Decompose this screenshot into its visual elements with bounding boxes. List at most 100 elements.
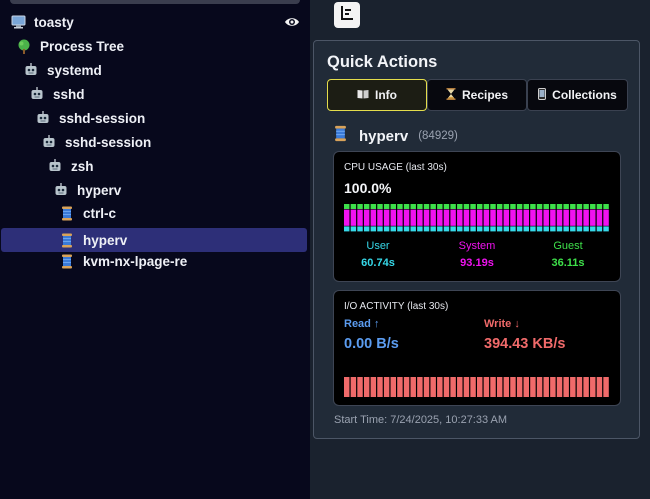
io-bar-chart (344, 377, 609, 397)
spool-icon (59, 205, 75, 221)
tree-item-sshd[interactable]: sshd (0, 82, 310, 106)
tree-item-label: hyperv (83, 232, 128, 248)
cpu-bar-guest (530, 204, 536, 209)
cpu-bar-system (590, 209, 596, 226)
cpu-bar-guest (496, 204, 503, 209)
cpu-percent: 100.0% (344, 180, 392, 196)
legend-user: User 60.74s (338, 240, 418, 269)
cpu-bar-user (530, 226, 536, 232)
io-bar-write (437, 377, 443, 397)
cpu-bar-guest (503, 204, 510, 209)
cpu-bar-guest (483, 204, 490, 209)
tree-item-kvm-nx-lpage-re[interactable]: kvm-nx-lpage-re (0, 249, 310, 273)
tree-view-button[interactable] (334, 2, 360, 28)
spool-icon (59, 232, 75, 248)
cpu-bar-guest (457, 204, 463, 209)
io-bar-write (390, 377, 396, 397)
io-bar-write (536, 377, 543, 397)
io-bar-write (530, 377, 536, 397)
tree-item-hyperv[interactable]: hyperv (0, 178, 310, 202)
cpu-bar-guest (410, 204, 416, 209)
cpu-bar-guest (350, 204, 357, 209)
cpu-bar-system (530, 209, 536, 226)
cpu-bar-guest (390, 204, 396, 209)
cpu-bar-system (483, 209, 490, 226)
tab-collections[interactable]: Collections (527, 79, 628, 111)
process-header: hyperv (84929) (334, 125, 458, 147)
cpu-bar-user (443, 226, 450, 232)
cpu-bar-guest (490, 204, 496, 209)
tree-item-sshd-session[interactable]: sshd-session (0, 130, 310, 154)
cpu-bar-guest (470, 204, 476, 209)
cpu-bar-user (430, 226, 436, 232)
io-bar-write (450, 377, 456, 397)
cpu-bar-guest (523, 204, 529, 209)
cpu-bar-guest (536, 204, 543, 209)
io-write-label: Write ↓ (484, 318, 520, 330)
tab-info[interactable]: Info (327, 79, 427, 111)
tab-recipes[interactable]: Recipes (427, 79, 527, 111)
cpu-bar-system (370, 209, 377, 226)
cpu-bar-system (510, 209, 516, 226)
io-bar-write (463, 377, 470, 397)
io-read-value: 0.00 B/s (344, 336, 399, 352)
cpu-bar-user (370, 226, 377, 232)
cpu-bar-guest (370, 204, 377, 209)
cpu-bar-guest (583, 204, 589, 209)
cpu-bar-system (390, 209, 396, 226)
robot-icon (41, 134, 57, 150)
cpu-bar-user (437, 226, 443, 232)
cpu-bar-user (477, 226, 483, 232)
cpu-bar-user (390, 226, 396, 232)
io-bar-write (383, 377, 390, 397)
eye-icon[interactable] (284, 14, 300, 30)
spool-icon (334, 125, 347, 147)
cpu-bar-system (576, 209, 583, 226)
process-tree-panel: toasty Process Tree systemd sshd sshd-se… (0, 0, 310, 499)
cpu-bar-guest (590, 204, 596, 209)
list-tree-icon (339, 5, 355, 26)
cpu-bar-system (410, 209, 416, 226)
tab-bar: Info Recipes Collections (327, 79, 628, 111)
cpu-bar-user (410, 226, 416, 232)
io-bar-write (496, 377, 503, 397)
cpu-bar-guest (423, 204, 430, 209)
legend-guest: Guest 36.11s (528, 240, 608, 269)
cpu-bar-guest (603, 204, 609, 209)
legend-guest-value: 36.11s (551, 257, 585, 269)
cpu-bar-user (377, 226, 383, 232)
cpu-bar-system (350, 209, 357, 226)
tree-item-zsh[interactable]: zsh (0, 154, 310, 178)
cpu-bar-guest (377, 204, 383, 209)
process-pid: (84929) (418, 130, 458, 142)
tree-item-process-tree[interactable]: Process Tree (0, 34, 310, 58)
host-row[interactable]: toasty (0, 10, 310, 34)
tab-label: Collections (552, 88, 617, 102)
cpu-bar-guest (570, 204, 576, 209)
cpu-bar-guest (417, 204, 423, 209)
tree-item-ctrl-c[interactable]: ctrl-c (0, 201, 310, 225)
cpu-bar-guest (463, 204, 470, 209)
io-bar-write (490, 377, 496, 397)
cpu-bar-system (563, 209, 569, 226)
cpu-bar-system (470, 209, 476, 226)
tree-item-label: sshd-session (59, 110, 146, 126)
cpu-bar-user (383, 226, 390, 232)
tree-item-label: systemd (47, 62, 102, 78)
tree-icon (16, 38, 32, 54)
robot-icon (35, 110, 51, 126)
cpu-bar-system (596, 209, 603, 226)
cpu-bar-user (496, 226, 503, 232)
legend-system-label: System (458, 240, 496, 252)
cpu-bar-user (357, 226, 363, 232)
cpu-bar-user (423, 226, 430, 232)
tree-item-sshd-session[interactable]: sshd-session (0, 106, 310, 130)
tree-item-systemd[interactable]: systemd (0, 58, 310, 82)
start-time: Start Time: 7/24/2025, 10:27:33 AM (334, 414, 508, 426)
io-bar-write (477, 377, 483, 397)
cpu-bar-user (590, 226, 596, 232)
cpu-bar-user (363, 226, 370, 232)
io-bar-write (483, 377, 490, 397)
io-bar-write (417, 377, 423, 397)
cpu-bar-guest (550, 204, 556, 209)
